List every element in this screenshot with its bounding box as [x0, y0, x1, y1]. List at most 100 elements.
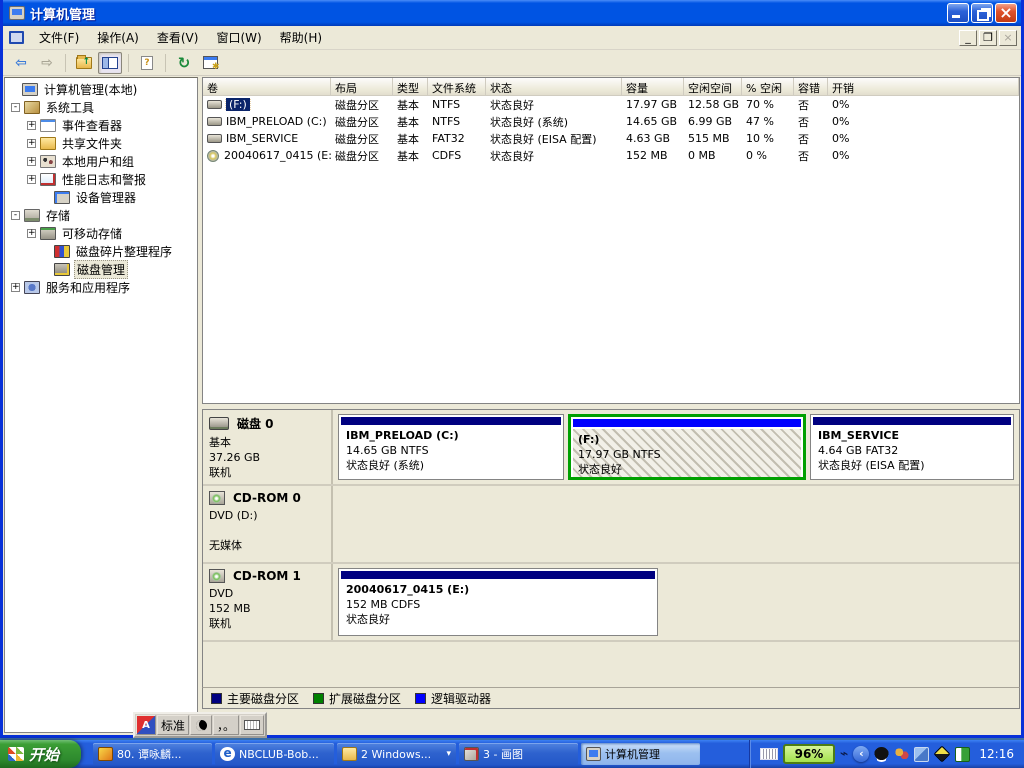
tree-item-removable-storage[interactable]: + 可移动存储 [5, 224, 197, 242]
collapse-icon[interactable]: - [11, 103, 20, 112]
collapse-icon[interactable]: - [11, 211, 20, 220]
column-header-freepct[interactable]: % 空闲 [742, 78, 794, 95]
soft-keyboard-button[interactable] [240, 715, 264, 735]
main-content: 计算机管理(本地) - 系统工具 + 事件查看器 + 共享文件夹 [3, 76, 1021, 735]
keyboard-layout-icon[interactable] [760, 748, 778, 760]
selected-partition-bar [573, 419, 801, 427]
tree-item-system-tools[interactable]: - 系统工具 [5, 98, 197, 116]
fullwidth-moon-icon[interactable] [190, 715, 212, 735]
punctuation-toggle[interactable]: ，。 [213, 715, 239, 735]
menu-bar: 文件(F) 操作(A) 查看(V) 窗口(W) 帮助(H) _ ❐ × [3, 26, 1021, 50]
cd-volume-icon [207, 150, 219, 162]
restore-button[interactable] [971, 3, 993, 23]
power-plug-icon[interactable]: ⌁ [840, 746, 848, 762]
tree-item-event-viewer[interactable]: + 事件查看器 [5, 116, 197, 134]
tree-item-performance-logs[interactable]: + 性能日志和警报 [5, 170, 197, 188]
column-header-overhead[interactable]: 开销 [828, 78, 1019, 95]
tree-item-disk-management[interactable]: 磁盘管理 [5, 260, 197, 278]
volume-row-f[interactable]: (F:) 磁盘分区 基本 NTFS 状态良好 17.97 GB 12.58 GB… [203, 96, 1019, 113]
up-folder-button[interactable]: ↑ [72, 52, 96, 74]
extended-partition-swatch [313, 693, 324, 704]
ime-mode-button[interactable]: 标准 [157, 715, 189, 735]
hide-icons-chevron[interactable]: ‹ [853, 746, 869, 762]
tree-item-local-users[interactable]: + 本地用户和组 [5, 152, 197, 170]
snapin-button[interactable] [198, 52, 222, 74]
battery-indicator[interactable]: 96% [783, 744, 835, 764]
menu-window[interactable]: 窗口(W) [207, 26, 270, 49]
partition-f-selected[interactable]: (F:) 17.97 GB NTFS 状态良好 [568, 414, 806, 480]
minimize-button[interactable] [947, 3, 969, 23]
volume-row-service[interactable]: IBM_SERVICE 磁盘分区 基本 FAT32 状态良好 (EISA 配置)… [203, 130, 1019, 147]
expand-icon[interactable]: + [27, 121, 36, 130]
task-media-player[interactable]: 80. 谭咏麟... [93, 743, 212, 765]
tree-item-storage[interactable]: - 存储 [5, 206, 197, 224]
start-button[interactable]: 开始 [0, 740, 81, 768]
disk-0-row: 磁盘 0 基本 37.26 GB 联机 IBM_PRELOAD (C:) [203, 410, 1019, 486]
column-header-layout[interactable]: 布局 [331, 78, 393, 95]
expand-icon[interactable]: + [27, 157, 36, 166]
menu-file[interactable]: 文件(F) [30, 26, 88, 49]
close-button[interactable] [995, 3, 1017, 23]
mdi-restore-button[interactable]: ❐ [979, 30, 997, 46]
performance-logs-icon [40, 173, 56, 186]
diamond-tray-icon[interactable] [934, 746, 951, 763]
disk-0-label[interactable]: 磁盘 0 基本 37.26 GB 联机 [203, 410, 333, 484]
graphical-view: 磁盘 0 基本 37.26 GB 联机 IBM_PRELOAD (C:) [202, 409, 1020, 687]
column-header-capacity[interactable]: 容量 [622, 78, 684, 95]
cdrom-1-label[interactable]: CD-ROM 1 DVD 152 MB 联机 [203, 564, 333, 640]
tree-item-disk-defragmenter[interactable]: 磁盘碎片整理程序 [5, 242, 197, 260]
properties-button[interactable]: ? [135, 52, 159, 74]
show-tree-button[interactable] [98, 52, 122, 74]
refresh-button[interactable]: ↻ [172, 52, 196, 74]
expand-icon[interactable]: + [11, 283, 20, 292]
column-header-filesystem[interactable]: 文件系统 [428, 78, 486, 95]
task-computer-management[interactable]: 计算机管理 [581, 743, 700, 765]
partition-service[interactable]: IBM_SERVICE 4.64 GB FAT32 状态良好 (EISA 配置) [810, 414, 1014, 480]
tree-item-services-applications[interactable]: + 服务和应用程序 [5, 278, 197, 296]
network-computers-icon[interactable] [914, 747, 929, 762]
task-internet-explorer[interactable]: e NBCLUB-Bob... [215, 743, 334, 765]
contacts-icon[interactable] [894, 747, 909, 762]
mdi-close-button[interactable]: × [999, 30, 1017, 46]
volume-row-e[interactable]: 20040617_0415 (E:) 磁盘分区 基本 CDFS 状态良好 152… [203, 147, 1019, 164]
task-buttons: 80. 谭咏麟... e NBCLUB-Bob... 2 Windows... … [93, 743, 700, 765]
tree-item-shared-folders[interactable]: + 共享文件夹 [5, 134, 197, 152]
column-header-type[interactable]: 类型 [393, 78, 428, 95]
volume-row-c[interactable]: IBM_PRELOAD (C:) 磁盘分区 基本 NTFS 状态良好 (系统) … [203, 113, 1019, 130]
removable-storage-icon [40, 227, 56, 240]
mdi-minimize-button[interactable]: _ [959, 30, 977, 46]
back-icon: ⇦ [15, 55, 27, 71]
task-windows-group[interactable]: 2 Windows... ▾ [337, 743, 456, 765]
column-header-freespace[interactable]: 空闲空间 [684, 78, 742, 95]
partition-e[interactable]: 20040617_0415 (E:) 152 MB CDFS 状态良好 [338, 568, 658, 636]
forward-button[interactable]: ⇨ [35, 52, 59, 74]
ime-logo-icon[interactable]: A [136, 715, 156, 735]
expand-icon[interactable]: + [27, 175, 36, 184]
title-bar[interactable]: 计算机管理 [3, 0, 1021, 26]
primary-partition-bar [341, 417, 561, 425]
volume-name: (F:) [226, 98, 250, 111]
toolbar-separator [65, 54, 66, 72]
partition-c[interactable]: IBM_PRELOAD (C:) 14.65 GB NTFS 状态良好 (系统) [338, 414, 564, 480]
column-header-volume[interactable]: 卷 [203, 78, 331, 95]
system-tools-icon [24, 101, 40, 114]
mdi-child-icon[interactable] [9, 31, 24, 44]
menu-action[interactable]: 操作(A) [88, 26, 148, 49]
primary-partition-swatch [211, 693, 222, 704]
menu-help[interactable]: 帮助(H) [271, 26, 331, 49]
player-tray-icon[interactable] [955, 747, 970, 762]
column-header-status[interactable]: 状态 [486, 78, 622, 95]
expand-icon[interactable]: + [27, 139, 36, 148]
column-header-faulttolerance[interactable]: 容错 [794, 78, 828, 95]
qq-penguin-icon[interactable] [874, 747, 889, 762]
tree-item-computer-management[interactable]: 计算机管理(本地) [5, 80, 197, 98]
expand-icon[interactable]: + [27, 229, 36, 238]
menu-view[interactable]: 查看(V) [148, 26, 208, 49]
shared-folders-icon [40, 137, 56, 150]
computer-management-icon [9, 6, 25, 20]
back-button[interactable]: ⇦ [9, 52, 33, 74]
primary-partition-bar [341, 571, 655, 579]
task-paint-group[interactable]: 3 - 画图 [459, 743, 578, 765]
tree-item-device-manager[interactable]: 设备管理器 [5, 188, 197, 206]
cdrom-0-label[interactable]: CD-ROM 0 DVD (D:) 无媒体 [203, 486, 333, 562]
